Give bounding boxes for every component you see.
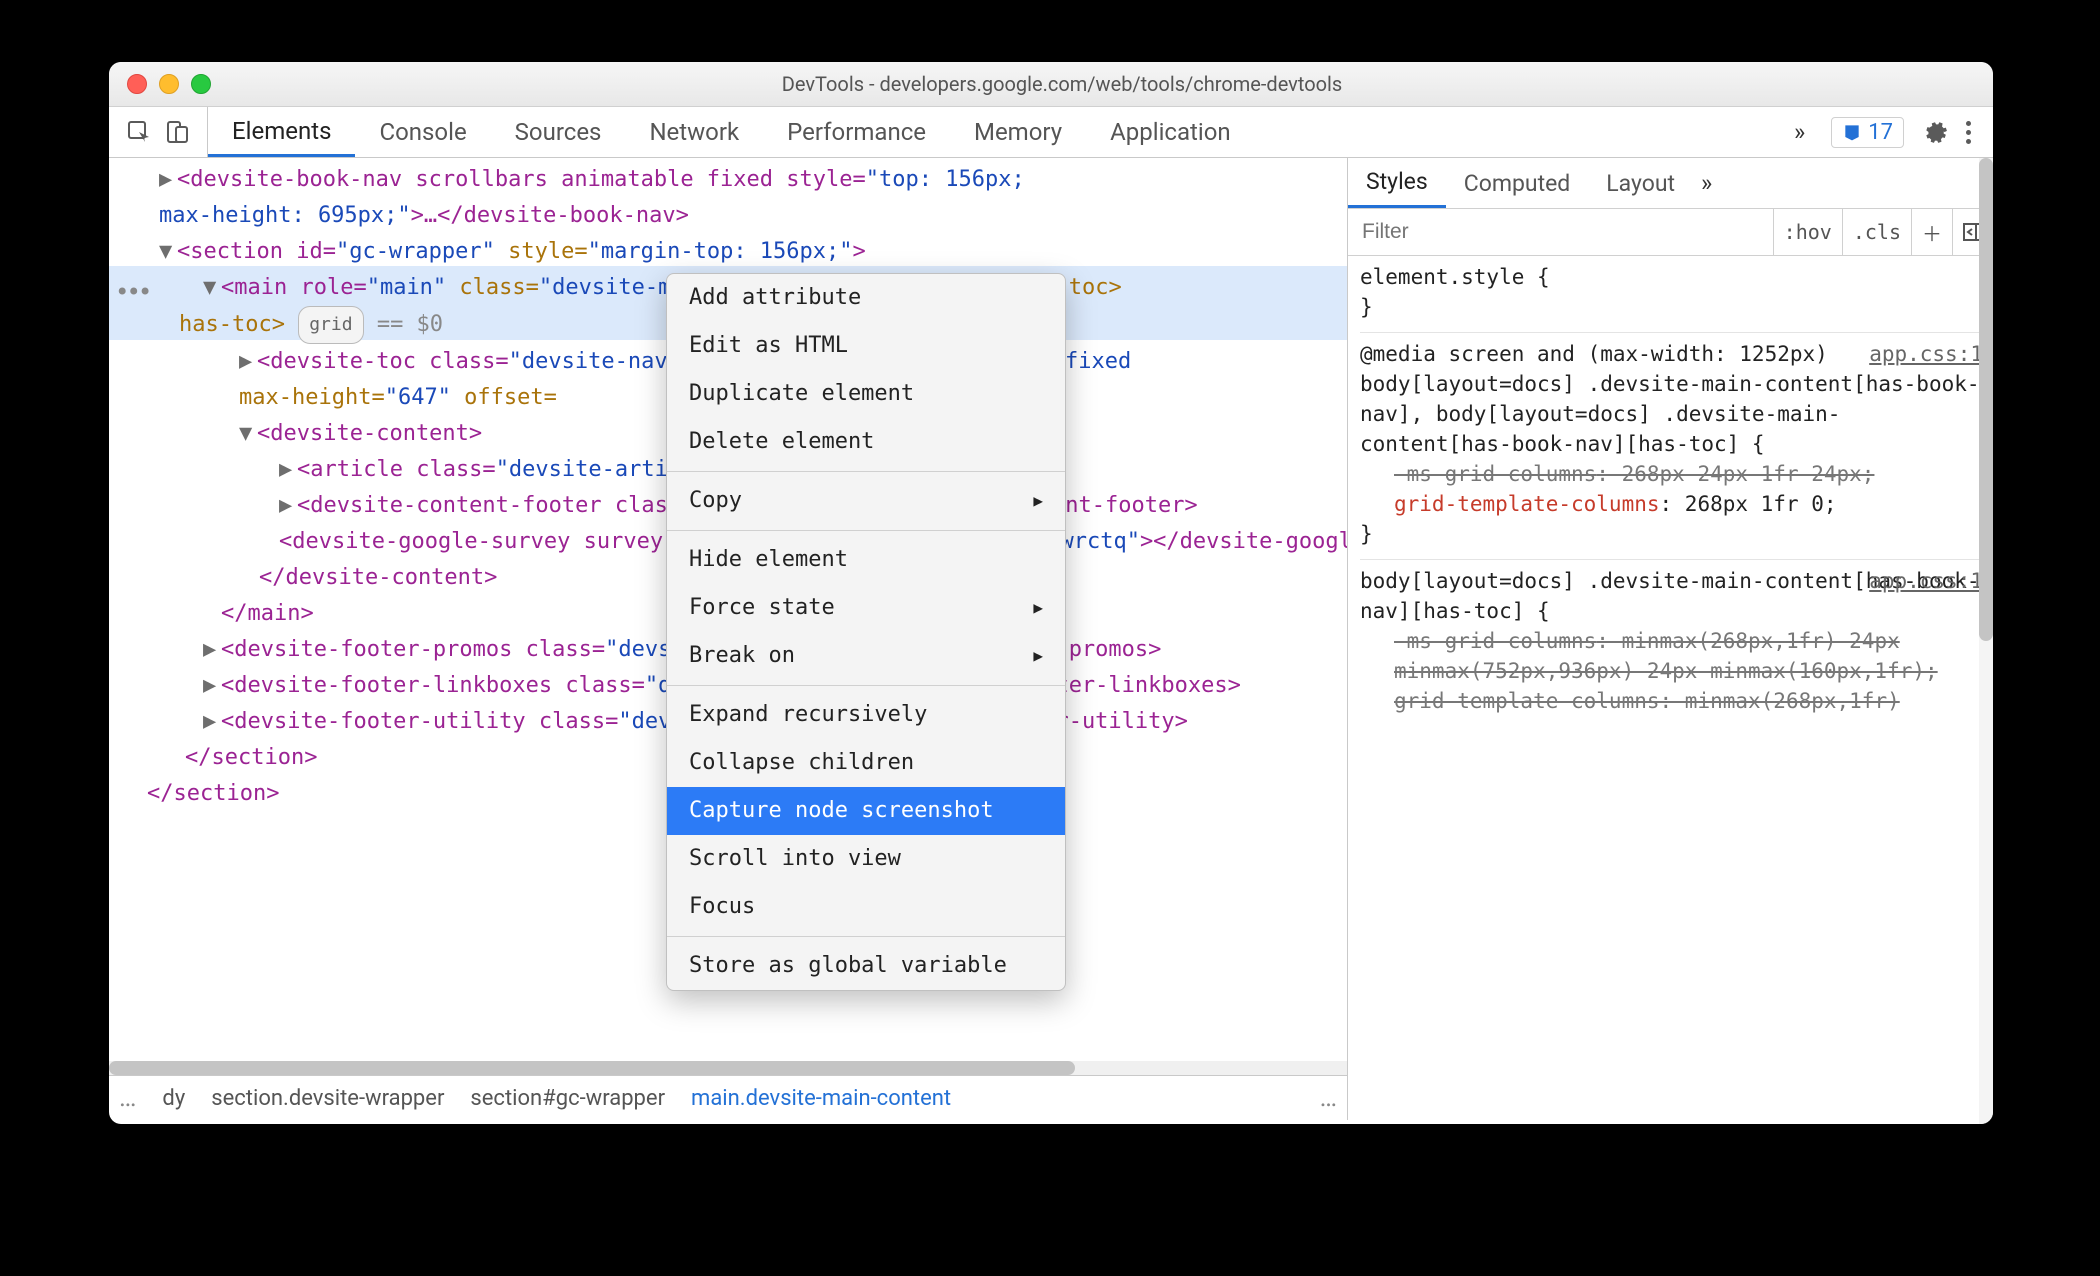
ctx-duplicate[interactable]: Duplicate element: [667, 370, 1065, 418]
more-icon[interactable]: [1966, 121, 1971, 144]
tab-memory[interactable]: Memory: [950, 107, 1086, 157]
source-link[interactable]: app.css:1: [1869, 339, 1983, 369]
more-tabs-icon[interactable]: »: [1786, 118, 1813, 146]
ctx-add-attribute[interactable]: Add attribute: [667, 274, 1065, 322]
subtab-layout[interactable]: Layout: [1588, 158, 1693, 208]
styles-filter-bar: :hov .cls ＋: [1348, 209, 1993, 256]
window-titlebar: DevTools - developers.google.com/web/too…: [109, 62, 1993, 107]
toolbar-icons: [109, 107, 208, 157]
breadcrumb-main[interactable]: main.devsite-main-content: [691, 1086, 951, 1111]
zoom-icon[interactable]: [191, 74, 211, 94]
submenu-arrow-icon: ▶: [1033, 483, 1043, 519]
close-icon[interactable]: [127, 74, 147, 94]
devtools-window: DevTools - developers.google.com/web/too…: [109, 62, 1993, 1124]
issues-count[interactable]: 17: [1831, 117, 1904, 148]
grid-badge[interactable]: grid: [298, 306, 363, 344]
breadcrumb-overflow-left[interactable]: …: [119, 1083, 136, 1113]
vertical-scrollbar[interactable]: [1979, 158, 1993, 1120]
breadcrumb-section-wrapper[interactable]: section.devsite-wrapper: [211, 1086, 444, 1111]
toolbar-right: » 17: [1786, 107, 1993, 157]
ctx-focus[interactable]: Focus: [667, 883, 1065, 931]
ctx-expand[interactable]: Expand recursively: [667, 691, 1065, 739]
subtab-more-icon[interactable]: »: [1693, 169, 1720, 197]
breadcrumb-body[interactable]: dy: [162, 1086, 185, 1111]
submenu-arrow-icon: ▶: [1033, 638, 1043, 674]
tool-tabs: Elements Console Sources Network Perform…: [208, 107, 1255, 157]
css-rules[interactable]: element.style { } app.css:1 @media scree…: [1348, 256, 1993, 1120]
tab-console[interactable]: Console: [355, 107, 490, 157]
tab-performance[interactable]: Performance: [763, 107, 950, 157]
breadcrumb-gc-wrapper[interactable]: section#gc-wrapper: [470, 1086, 665, 1111]
window-controls: [109, 74, 211, 94]
issues-number: 17: [1868, 120, 1893, 145]
ctx-capture-screenshot[interactable]: Capture node screenshot: [667, 787, 1065, 835]
styles-filter-input[interactable]: [1348, 220, 1773, 244]
minimize-icon[interactable]: [159, 74, 179, 94]
ctx-scroll-into-view[interactable]: Scroll into view: [667, 835, 1065, 883]
inspect-icon[interactable]: [127, 120, 151, 144]
styles-subtabs: Styles Computed Layout »: [1348, 158, 1993, 209]
breadcrumb-bar: … dy section.devsite-wrapper section#gc-…: [109, 1075, 1347, 1120]
issues-icon: [1842, 122, 1862, 142]
cls-button[interactable]: .cls: [1842, 209, 1911, 255]
subtab-computed[interactable]: Computed: [1446, 158, 1589, 208]
styles-panel: Styles Computed Layout » :hov .cls ＋ ele…: [1348, 158, 1993, 1120]
dom-tree[interactable]: ••• ▶<devsite-book-nav scrollbars animat…: [109, 158, 1347, 1061]
ctx-edit-html[interactable]: Edit as HTML: [667, 322, 1065, 370]
tab-application[interactable]: Application: [1086, 107, 1255, 157]
ctx-collapse[interactable]: Collapse children: [667, 739, 1065, 787]
window-title: DevTools - developers.google.com/web/too…: [211, 72, 1993, 96]
new-rule-button[interactable]: ＋: [1911, 209, 1952, 255]
hov-button[interactable]: :hov: [1773, 209, 1842, 255]
ctx-break-on[interactable]: Break on▶: [667, 632, 1065, 680]
ctx-copy[interactable]: Copy▶: [667, 477, 1065, 525]
tab-network[interactable]: Network: [625, 107, 763, 157]
source-link[interactable]: app.css:1: [1869, 566, 1983, 596]
ctx-store-global[interactable]: Store as global variable: [667, 942, 1065, 990]
elements-panel: ••• ▶<devsite-book-nav scrollbars animat…: [109, 158, 1348, 1120]
main-toolbar: Elements Console Sources Network Perform…: [109, 107, 1993, 158]
settings-icon[interactable]: [1922, 119, 1948, 145]
ctx-force-state[interactable]: Force state▶: [667, 584, 1065, 632]
submenu-arrow-icon: ▶: [1033, 590, 1043, 626]
subtab-styles[interactable]: Styles: [1348, 158, 1446, 208]
context-menu: Add attribute Edit as HTML Duplicate ele…: [666, 273, 1066, 991]
ctx-hide[interactable]: Hide element: [667, 536, 1065, 584]
horizontal-scrollbar[interactable]: [109, 1061, 1347, 1075]
main-area: ••• ▶<devsite-book-nav scrollbars animat…: [109, 158, 1993, 1120]
ctx-delete[interactable]: Delete element: [667, 418, 1065, 466]
tab-sources[interactable]: Sources: [491, 107, 626, 157]
device-icon[interactable]: [165, 120, 189, 144]
tab-elements[interactable]: Elements: [208, 107, 355, 157]
breadcrumb-overflow-right[interactable]: …: [1320, 1083, 1337, 1113]
